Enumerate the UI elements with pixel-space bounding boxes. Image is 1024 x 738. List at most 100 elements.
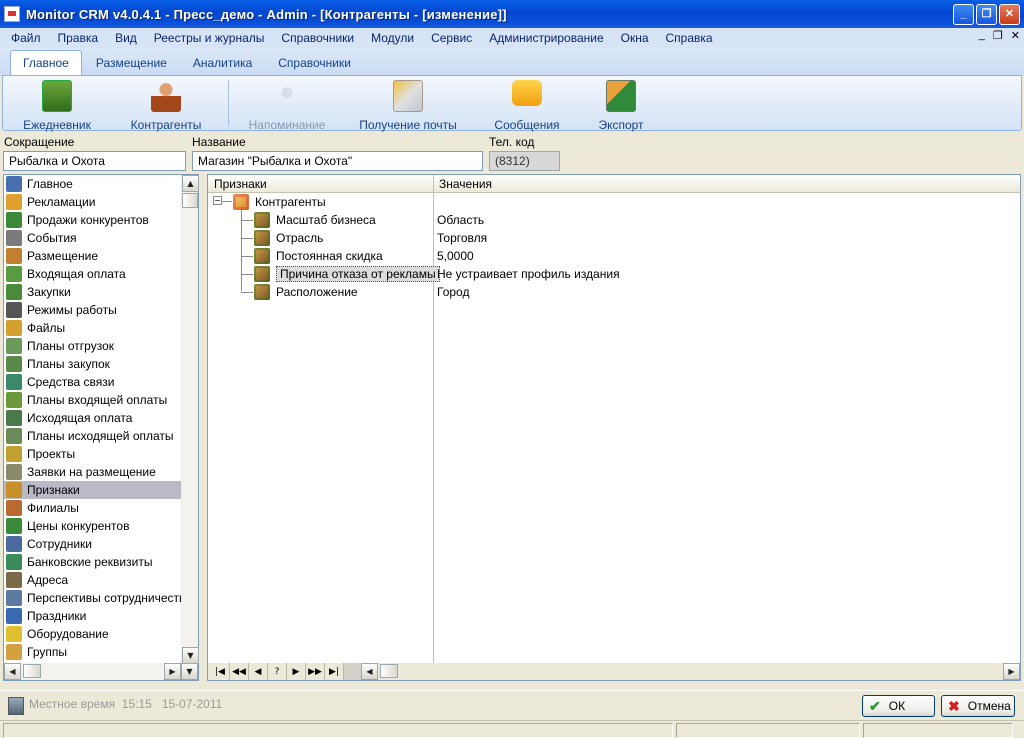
menu-windows[interactable]: Окна — [621, 31, 649, 45]
menu-file[interactable]: Файл — [11, 31, 41, 45]
menu-registers[interactable]: Реестры и журналы — [154, 31, 265, 45]
section-item-label: Размещение — [27, 249, 98, 263]
sections-vertical-scrollbar[interactable]: ▲ ▼ — [181, 175, 199, 664]
attribute-name: Причина отказа от рекламы — [276, 266, 440, 282]
app-icon[interactable] — [4, 6, 20, 22]
section-item[interactable]: Рекламации — [4, 193, 183, 211]
grid-scroll-left-button[interactable]: ◀ — [361, 663, 378, 680]
calculator-icon[interactable] — [8, 697, 24, 715]
scroll-down-button-2[interactable]: ▼ — [181, 663, 198, 680]
nav-last-button[interactable]: ▶| — [325, 663, 344, 680]
section-item[interactable]: Средства связи — [4, 373, 183, 391]
section-item[interactable]: Файлы — [4, 319, 183, 337]
menu-help[interactable]: Справка — [666, 31, 713, 45]
restore-button[interactable]: ❐ — [976, 3, 997, 25]
scroll-up-button[interactable]: ▲ — [182, 175, 199, 192]
ok-button[interactable]: ✔ ОК — [862, 695, 935, 717]
attribute-value[interactable]: Не устраивает профиль издания — [437, 265, 620, 283]
section-item[interactable]: Закупки — [4, 283, 183, 301]
mdi-close-icon[interactable]: ✕ — [1011, 29, 1020, 42]
scroll-thumb[interactable] — [182, 193, 198, 208]
name-field[interactable]: Магазин "Рыбалка и Охота" — [192, 151, 483, 171]
section-item[interactable]: Банковские реквизиты — [4, 553, 183, 571]
section-item[interactable]: Адреса — [4, 571, 183, 589]
attribute-value[interactable]: Область — [437, 211, 484, 229]
attribute-value[interactable]: Город — [437, 283, 469, 301]
section-item[interactable]: Признаки — [4, 481, 183, 499]
grid-hscroll-track[interactable] — [378, 663, 1003, 680]
column-attr-header[interactable]: Признаки — [208, 175, 433, 192]
section-item[interactable]: Главное — [4, 175, 183, 193]
nav-next-button[interactable]: ▶ — [287, 663, 306, 680]
hscroll-thumb[interactable] — [23, 664, 41, 678]
tab-analytics[interactable]: Аналитика — [181, 51, 264, 76]
receive-mail-button[interactable]: Получение почты — [358, 80, 458, 132]
menu-edit[interactable]: Правка — [58, 31, 99, 45]
nav-prev-page-button[interactable]: ◀◀ — [230, 663, 249, 680]
section-item[interactable]: Планы закупок — [4, 355, 183, 373]
section-item[interactable]: Праздники — [4, 607, 183, 625]
section-item[interactable]: Перспективы сотрудничества — [4, 589, 183, 607]
section-item[interactable]: Оборудование — [4, 625, 183, 643]
grid-hscroll-thumb[interactable] — [380, 664, 398, 678]
counterparties-button[interactable]: Контрагенты — [116, 80, 216, 132]
sections-horizontal-scrollbar[interactable]: ◀ ▶ ▼ — [4, 663, 198, 680]
menu-service[interactable]: Сервис — [431, 31, 472, 45]
reminder-button[interactable]: Напоминание — [237, 80, 337, 132]
section-item[interactable]: Режимы работы — [4, 301, 183, 319]
grid-scroll-right-button[interactable]: ▶ — [1003, 663, 1020, 680]
minimize-button[interactable]: _ — [953, 3, 974, 25]
section-item-icon — [6, 482, 22, 498]
menu-view[interactable]: Вид — [115, 31, 137, 45]
section-item[interactable]: Исходящая оплата — [4, 409, 183, 427]
scroll-right-button[interactable]: ▶ — [164, 663, 181, 680]
nav-first-button[interactable]: |◀ — [211, 663, 230, 680]
section-item[interactable]: Цены конкурентов — [4, 517, 183, 535]
attribute-row[interactable]: Отрасль — [254, 229, 323, 247]
menu-administration[interactable]: Администрирование — [489, 31, 603, 45]
nav-prev-button[interactable]: ◀ — [249, 663, 268, 680]
section-item[interactable]: События — [4, 229, 183, 247]
tree-collapse-toggle[interactable]: − — [213, 196, 222, 205]
nav-search-button[interactable]: ? — [268, 663, 287, 680]
export-button[interactable]: Экспорт — [571, 80, 671, 132]
attribute-row[interactable]: Расположение — [254, 283, 358, 301]
messages-button[interactable]: Сообщения — [477, 80, 577, 132]
column-value-header[interactable]: Значения — [433, 175, 498, 192]
close-button[interactable]: ✕ — [999, 3, 1020, 25]
section-item[interactable]: Заявки на размещение — [4, 463, 183, 481]
section-item[interactable]: Филиалы — [4, 499, 183, 517]
scroll-down-button[interactable]: ▼ — [182, 647, 199, 664]
mdi-minimize-icon[interactable]: _ — [979, 29, 985, 42]
attribute-value[interactable]: 5,0000 — [437, 247, 474, 265]
section-item[interactable]: Планы исходящей оплаты — [4, 427, 183, 445]
grid-header: Признаки Значения — [208, 175, 1020, 193]
attribute-row[interactable]: Причина отказа от рекламы — [254, 265, 440, 283]
section-item[interactable]: Проекты — [4, 445, 183, 463]
tab-directories[interactable]: Справочники — [266, 51, 363, 76]
attribute-row[interactable]: Постоянная скидка — [254, 247, 383, 265]
attribute-value[interactable]: Торговля — [437, 229, 487, 247]
section-item[interactable]: Продажи конкурентов — [4, 211, 183, 229]
attribute-row[interactable]: Масштаб бизнеса — [254, 211, 376, 229]
section-item[interactable]: Сотрудники — [4, 535, 183, 553]
tab-placement[interactable]: Размещение — [84, 51, 179, 76]
menu-directories[interactable]: Справочники — [281, 31, 354, 45]
section-item[interactable]: Размещение — [4, 247, 183, 265]
section-item[interactable]: Группы — [4, 643, 183, 661]
section-item[interactable]: Планы отгрузок — [4, 337, 183, 355]
menu-modules[interactable]: Модули — [371, 31, 414, 45]
cancel-button[interactable]: ✖ Отмена — [941, 695, 1015, 717]
tree-line — [222, 201, 232, 202]
short-name-field[interactable]: Рыбалка и Охота — [3, 151, 186, 171]
tree-root-node[interactable]: Контрагенты — [233, 193, 326, 211]
nav-next-page-button[interactable]: ▶▶ — [306, 663, 325, 680]
mdi-restore-icon[interactable]: ❐ — [993, 29, 1003, 42]
scroll-left-button[interactable]: ◀ — [4, 663, 21, 680]
section-item-icon — [6, 446, 22, 462]
diary-button[interactable]: Ежедневник — [7, 80, 107, 132]
section-item[interactable]: Планы входящей оплаты — [4, 391, 183, 409]
section-item[interactable]: Входящая оплата — [4, 265, 183, 283]
tab-main[interactable]: Главное — [10, 50, 82, 76]
sections-list[interactable]: Главное Рекламации Продажи конкурентов Собы… — [4, 175, 183, 664]
